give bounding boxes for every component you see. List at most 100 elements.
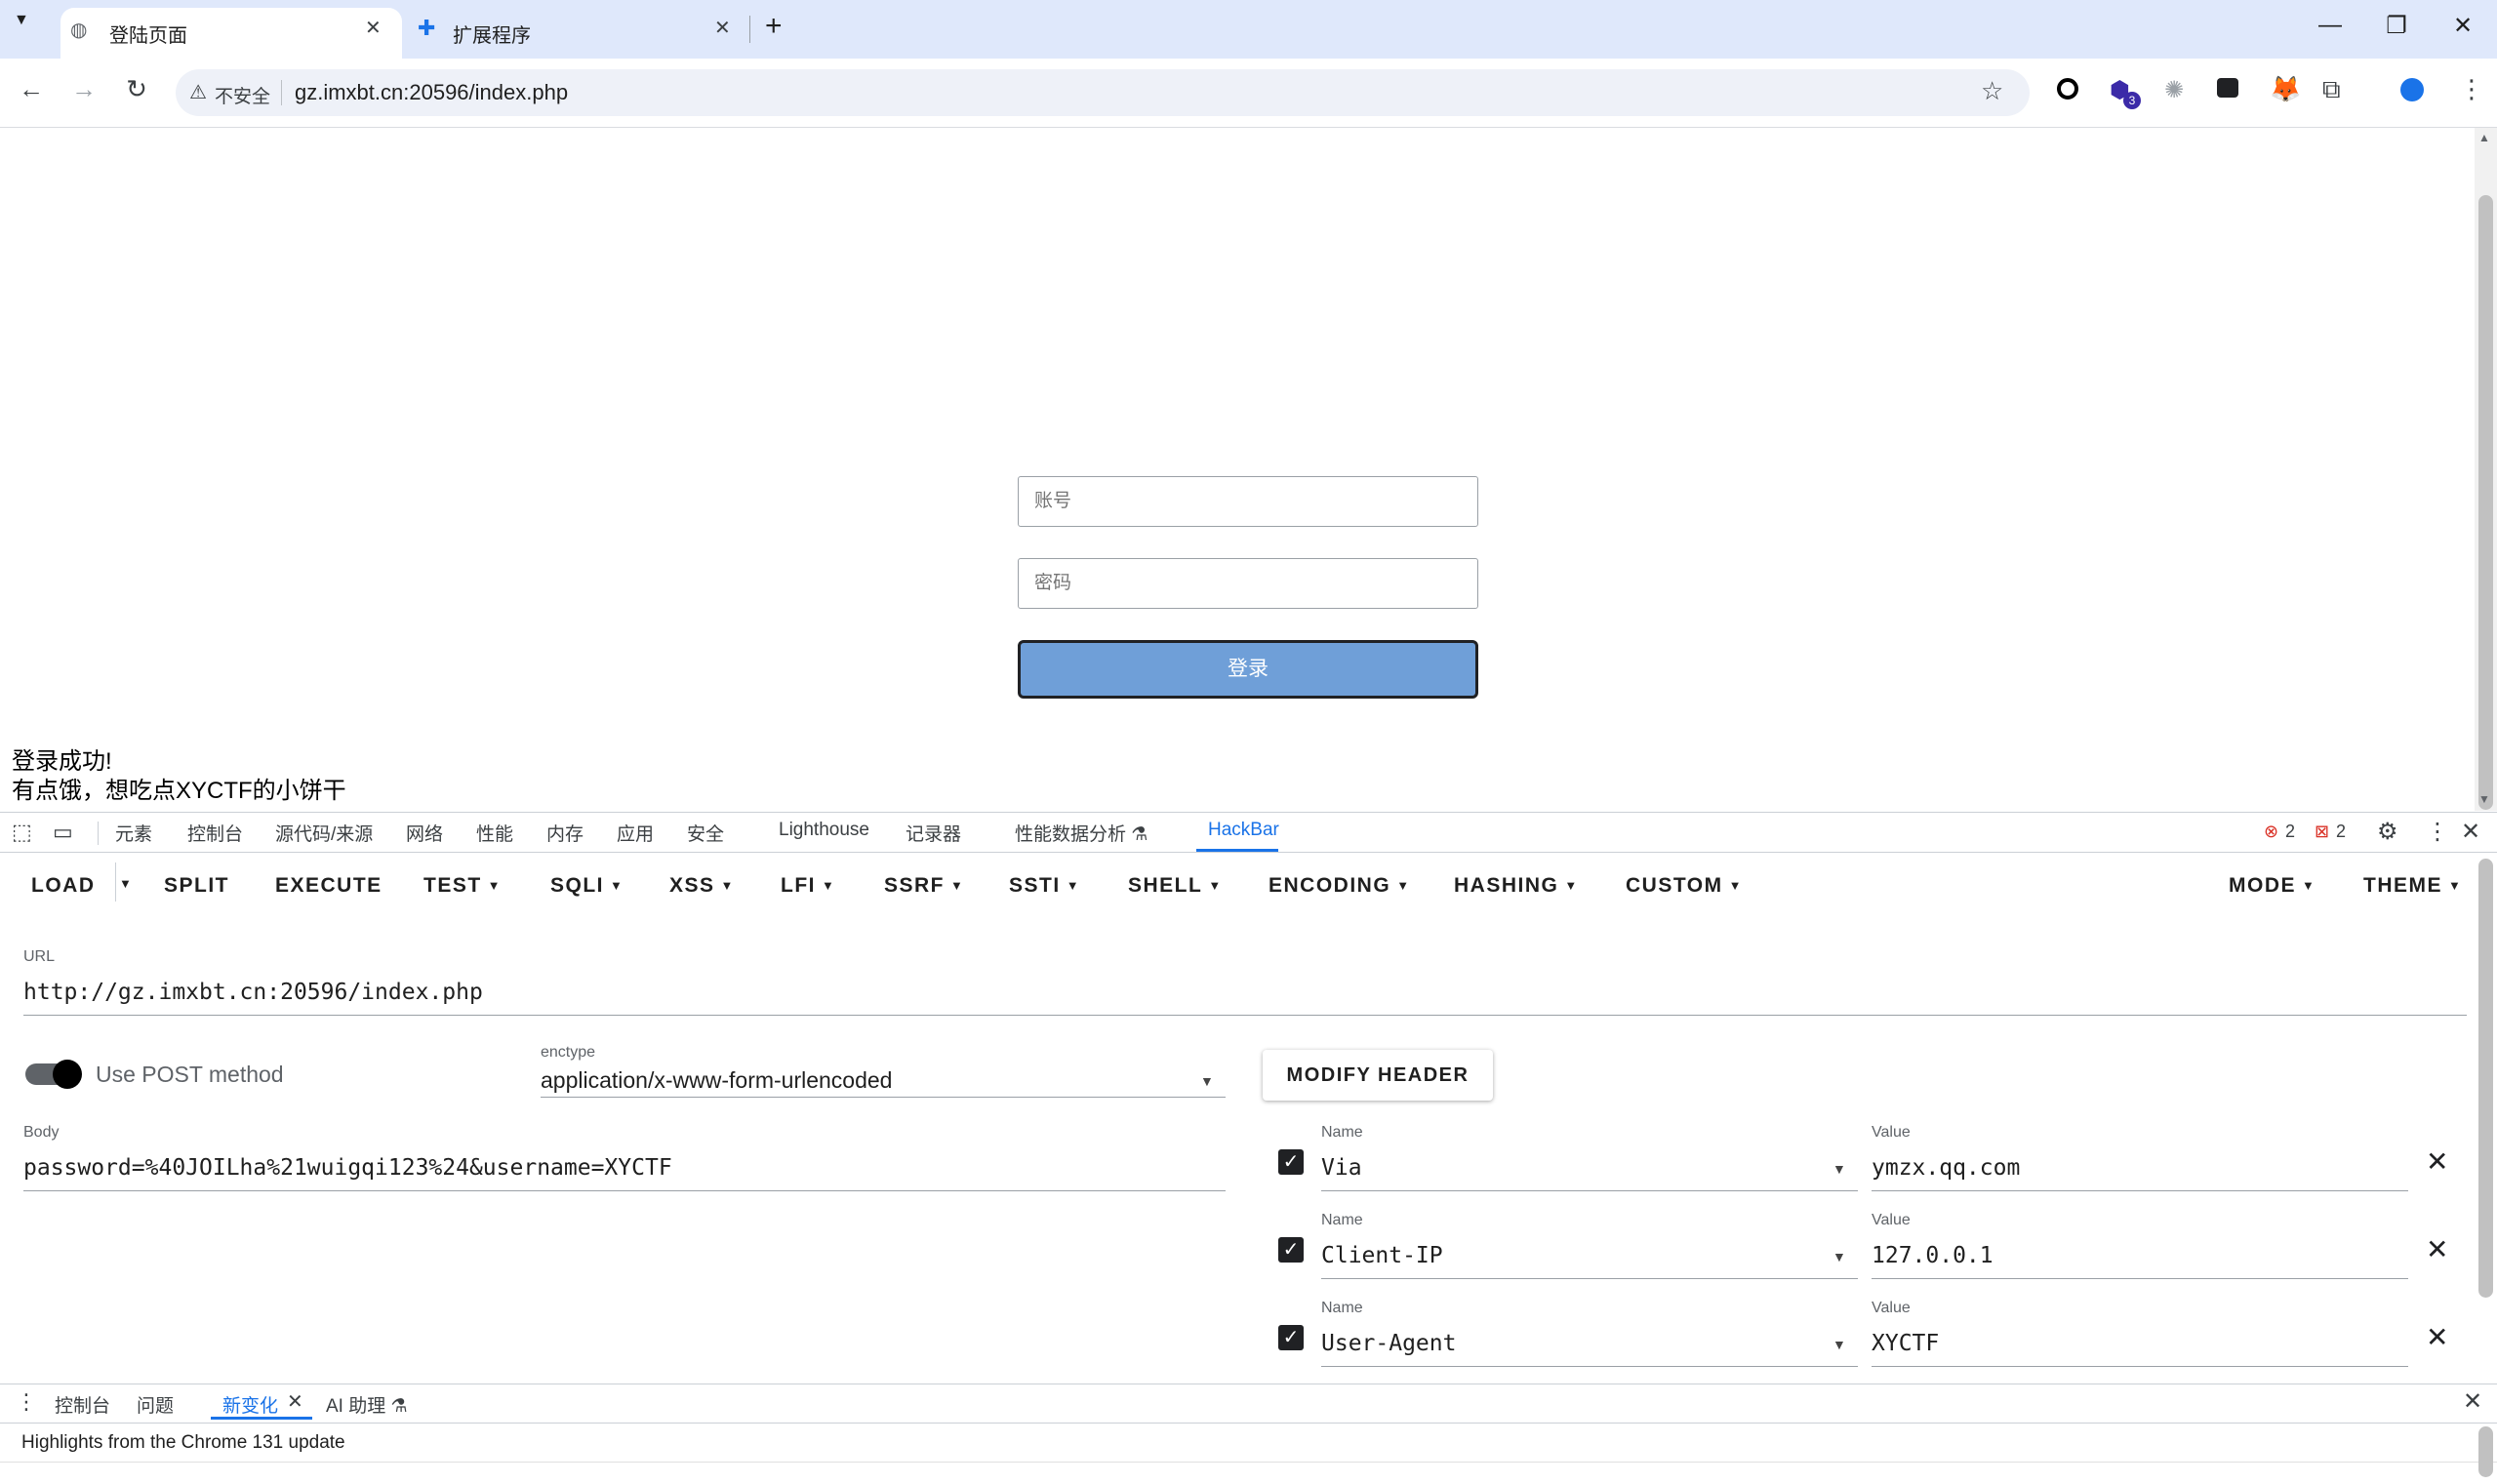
bookmark-star-icon[interactable]: ☆ (1981, 76, 2003, 106)
tab-sources[interactable]: 源代码/来源 (275, 820, 373, 846)
post-toggle-knob[interactable] (53, 1060, 82, 1089)
tab-application[interactable]: 应用 (617, 820, 654, 846)
drawer-menu-icon[interactable]: ⋮ (16, 1389, 37, 1415)
header-name-input[interactable]: Via (1321, 1155, 1362, 1181)
header-name-dropdown-icon[interactable]: ▼ (1832, 1337, 1846, 1352)
header-name-dropdown-icon[interactable]: ▼ (1832, 1249, 1846, 1264)
scroll-up-icon[interactable]: ▲ (2478, 131, 2490, 144)
header-enable-checkbox[interactable]: ✓ (1278, 1149, 1304, 1175)
tab-performance[interactable]: 性能 (476, 820, 513, 846)
devtools-close-icon[interactable]: ✕ (2461, 818, 2480, 846)
header-value-input[interactable]: XYCTF (1872, 1331, 1939, 1356)
hashing-menu[interactable]: HASHING ▼ (1454, 874, 1577, 898)
restore-button[interactable]: ❐ (2367, 12, 2426, 40)
ssrf-menu[interactable]: SSRF ▼ (884, 874, 963, 898)
extension-cookie-icon[interactable] (2217, 78, 2238, 98)
url-text[interactable]: gz.imxbt.cn:20596/index.php (295, 80, 568, 105)
test-menu[interactable]: TEST ▼ (423, 874, 501, 898)
close-window-button[interactable]: ✕ (2434, 12, 2492, 40)
issue-count[interactable]: 2 (2336, 822, 2346, 842)
header-value-input[interactable]: ymzx.qq.com (1872, 1155, 2020, 1181)
back-icon[interactable]: ← (12, 74, 51, 104)
load-button[interactable]: LOAD (31, 874, 96, 898)
tab-memory[interactable]: 内存 (546, 820, 584, 846)
drawer-close-icon[interactable]: ✕ (2463, 1387, 2482, 1416)
new-tab-button[interactable]: + (765, 10, 783, 43)
sqli-menu[interactable]: SQLI ▼ (550, 874, 623, 898)
load-dropdown-icon[interactable]: ▼ (119, 876, 132, 891)
profile-avatar[interactable] (2400, 78, 2424, 101)
username-input[interactable] (1018, 476, 1478, 527)
body-input[interactable]: password=%40JOILha%21wuigqi123%24&userna… (23, 1155, 672, 1181)
caret-down-icon: ▼ (950, 878, 963, 893)
remove-header-icon[interactable]: ✕ (2426, 1145, 2448, 1178)
extension-gear-icon[interactable]: ✺ (2164, 76, 2184, 104)
header-enable-checkbox[interactable]: ✓ (1278, 1325, 1304, 1350)
custom-menu[interactable]: CUSTOM ▼ (1626, 874, 1742, 898)
remove-header-icon[interactable]: ✕ (2426, 1233, 2448, 1265)
tab-lighthouse[interactable]: Lighthouse (779, 820, 869, 841)
lfi-menu[interactable]: LFI ▼ (781, 874, 834, 898)
browser-menu-icon[interactable]: ⋮ (2459, 74, 2484, 104)
post-method-label[interactable]: Use POST method (96, 1062, 284, 1088)
header-name-input[interactable]: Client-IP (1321, 1243, 1443, 1268)
encoding-menu[interactable]: ENCODING ▼ (1269, 874, 1409, 898)
settings-gear-icon[interactable]: ⚙ (2377, 818, 2398, 846)
drawer-scrollbar-thumb[interactable] (2478, 1426, 2493, 1477)
split-button[interactable]: SPLIT (164, 874, 229, 898)
ssti-menu[interactable]: SSTI ▼ (1009, 874, 1079, 898)
scroll-down-icon[interactable]: ▼ (2478, 792, 2490, 806)
inspect-element-icon[interactable]: ⬚ (12, 820, 32, 845)
tab-security[interactable]: 安全 (687, 820, 724, 846)
hackbar-scrollbar-thumb[interactable] (2478, 859, 2493, 1298)
header-name-dropdown-icon[interactable]: ▼ (1832, 1161, 1846, 1177)
tab-performance-insights[interactable]: 性能数据分析 ⚗ (1015, 820, 1148, 846)
drawer-tab-whats-new[interactable]: 新变化 (222, 1391, 278, 1418)
tab-network[interactable]: 网络 (406, 820, 443, 846)
header-value-underline (1872, 1278, 2408, 1279)
minimize-button[interactable]: — (2301, 12, 2359, 39)
tab-close-icon[interactable]: ✕ (714, 16, 731, 40)
mode-menu[interactable]: MODE ▼ (2229, 874, 2315, 898)
drawer-divider (0, 1423, 2497, 1424)
drawer-tab-issues[interactable]: 问题 (137, 1391, 174, 1418)
tab-search-chevron-icon[interactable]: ▼ (14, 12, 29, 29)
tab-elements[interactable]: 元素 (115, 820, 152, 846)
password-input[interactable] (1018, 558, 1478, 609)
tab-console[interactable]: 控制台 (187, 820, 243, 846)
tab-close-icon[interactable]: ✕ (365, 16, 382, 40)
tab-recorder[interactable]: 记录器 (906, 820, 961, 846)
devtools-menu-icon[interactable]: ⋮ (2426, 818, 2449, 846)
forward-icon[interactable]: → (64, 74, 103, 104)
enctype-dropdown-icon[interactable]: ▼ (1200, 1073, 1214, 1089)
page-scrollbar-thumb[interactable] (2478, 195, 2493, 810)
reload-icon[interactable]: ↻ (117, 74, 156, 104)
enctype-label: enctype (541, 1044, 596, 1061)
device-toggle-icon[interactable]: ▭ (53, 820, 73, 845)
tab-hackbar[interactable]: HackBar (1208, 820, 1279, 841)
error-icon[interactable]: ⊗ (2264, 822, 2278, 842)
login-button[interactable]: 登录 (1018, 640, 1478, 699)
test-menu-label: TEST (423, 874, 482, 897)
drawer-tab-ai-assistance[interactable]: AI 助理 ⚗ (326, 1391, 408, 1418)
modify-header-button[interactable]: MODIFY HEADER (1263, 1050, 1493, 1101)
remove-header-icon[interactable]: ✕ (2426, 1321, 2448, 1353)
header-name-input[interactable]: User-Agent (1321, 1331, 1456, 1356)
drawer-tab-console[interactable]: 控制台 (55, 1391, 110, 1418)
extensions-puzzle-icon[interactable]: ⧉ (2322, 74, 2341, 105)
header-enable-checkbox[interactable]: ✓ (1278, 1237, 1304, 1263)
enctype-select[interactable]: application/x-www-form-urlencoded (541, 1067, 892, 1094)
issue-icon[interactable]: ⊠ (2315, 822, 2329, 842)
theme-menu[interactable]: THEME ▼ (2363, 874, 2461, 898)
extension-ring-icon[interactable] (2057, 78, 2078, 100)
error-count[interactable]: 2 (2285, 822, 2295, 842)
metamask-fox-icon[interactable]: 🦊 (2270, 74, 2301, 104)
warning-icon[interactable]: ⚠ (189, 80, 207, 104)
shell-menu[interactable]: SHELL ▼ (1128, 874, 1221, 898)
execute-button[interactable]: EXECUTE (275, 874, 383, 898)
header-value-input[interactable]: 127.0.0.1 (1872, 1243, 1994, 1268)
hackbar-url-input[interactable]: http://gz.imxbt.cn:20596/index.php (23, 980, 483, 1005)
xss-menu[interactable]: XSS ▼ (669, 874, 733, 898)
security-label[interactable]: 不安全 (215, 82, 270, 108)
drawer-tab-close-icon[interactable]: ✕ (287, 1389, 303, 1414)
